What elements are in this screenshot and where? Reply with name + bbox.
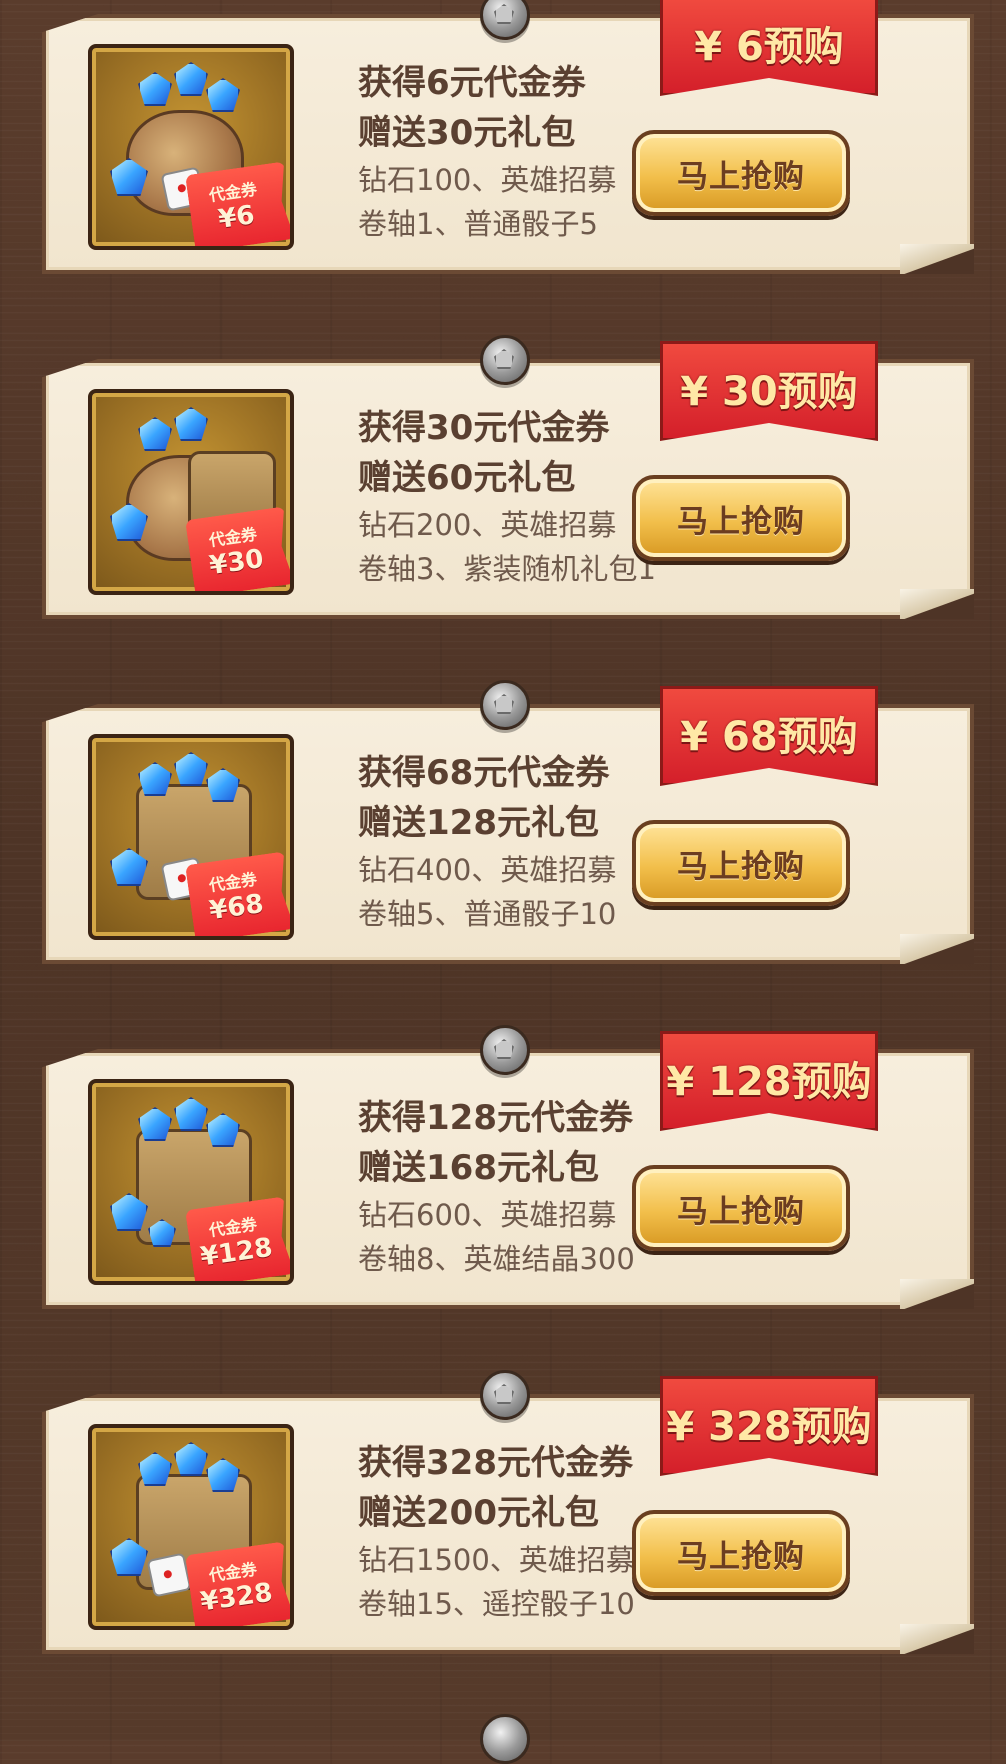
offer-title: 获得328元代金券 [358,1443,633,1483]
buy-now-label: 马上抢购 [677,1193,805,1230]
gem-crate-dice-icon: 代金券 ¥68 [88,734,294,940]
buy-now-button[interactable]: 马上抢购 [632,820,850,906]
gem-icon [174,1442,208,1476]
gem-icon [206,78,240,112]
offer-desc-line-2: 卷轴15、遥控骰子10 [358,1587,635,1621]
offer-title: 获得128元代金券 [358,1098,633,1138]
gem-crate-remote-dice-icon: 代金券 ¥328 [88,1424,294,1630]
voucher-badge: 代金券 ¥6 [185,161,294,250]
offer-card-1: 代金券 ¥6 获得6元代金券 赠送30元礼包 钻石100、英雄招募 卷轴1、普通… [42,0,974,274]
pin-icon [480,1714,530,1764]
price-text: ¥ 6预购 [694,24,844,70]
buy-now-label: 马上抢购 [677,503,805,540]
buy-now-button[interactable]: 马上抢购 [632,475,850,561]
gem-icon [174,62,208,96]
gem-icon [138,72,172,106]
offer-title: 获得30元代金券 [358,408,610,448]
offer-card-5: 代金券 ¥328 获得328元代金券 赠送200元礼包 钻石1500、英雄招募 … [42,1370,974,1654]
offer-text: 获得68元代金券 赠送128元礼包 钻石400、英雄招募 卷轴5、普通骰子10 [358,748,678,936]
buy-now-button[interactable]: 马上抢购 [632,1165,850,1251]
buy-now-label: 马上抢购 [677,848,805,885]
offer-desc-line-2: 卷轴8、英雄结晶300 [358,1242,635,1276]
gem-icon [174,1097,208,1131]
gem-icon [138,417,172,451]
pin-icon [480,680,530,730]
buy-now-label: 马上抢购 [677,1538,805,1575]
offer-subtitle: 赠送60元礼包 [358,458,576,498]
price-text: ¥ 328预购 [666,1404,872,1450]
offer-subtitle: 赠送200元礼包 [358,1493,599,1533]
buy-now-button[interactable]: 马上抢购 [632,130,850,216]
offer-card-4: 代金券 ¥128 获得128元代金券 赠送168元礼包 钻石600、英雄招募 卷… [42,1025,974,1309]
gem-bag-dice-icon: 代金券 ¥6 [88,44,294,250]
offer-text: 获得128元代金券 赠送168元礼包 钻石600、英雄招募 卷轴8、英雄结晶30… [358,1093,678,1281]
voucher-badge: 代金券 ¥128 [185,1196,294,1285]
buy-now-button[interactable]: 马上抢购 [632,1510,850,1596]
offer-subtitle: 赠送128元礼包 [358,803,599,843]
offer-text: 获得30元代金券 赠送60元礼包 钻石200、英雄招募 卷轴3、紫装随机礼包1 [358,403,678,591]
voucher-badge: 代金券 ¥30 [185,506,294,595]
price-text: ¥ 68预购 [680,714,858,760]
offer-desc-line-1: 钻石1500、英雄招募 [358,1543,635,1577]
offer-desc-line-1: 钻石200、英雄招募 [358,508,617,542]
offer-text: 获得6元代金券 赠送30元礼包 钻石100、英雄招募 卷轴1、普通骰子5 [358,58,678,246]
price-text: ¥ 128预购 [666,1059,872,1105]
offer-desc-line-2: 卷轴5、普通骰子10 [358,897,617,931]
offer-title: 获得6元代金券 [358,63,586,103]
gem-icon [174,407,208,441]
offer-subtitle: 赠送168元礼包 [358,1148,599,1188]
price-text: ¥ 30预购 [680,369,858,415]
offer-subtitle: 赠送30元礼包 [358,113,576,153]
offer-title: 获得68元代金券 [358,753,610,793]
gem-bag-chest-icon: 代金券 ¥30 [88,389,294,595]
offer-desc-line-2: 卷轴1、普通骰子5 [358,207,598,241]
offer-text: 获得328元代金券 赠送200元礼包 钻石1500、英雄招募 卷轴15、遥控骰子… [358,1438,678,1626]
offer-desc-line-1: 钻石600、英雄招募 [358,1198,617,1232]
offer-card-2: 代金券 ¥30 获得30元代金券 赠送60元礼包 钻石200、英雄招募 卷轴3、… [42,335,974,619]
voucher-badge: 代金券 ¥68 [185,851,294,940]
pin-icon [480,335,530,385]
pin-icon [480,1370,530,1420]
pin-icon [480,1025,530,1075]
offer-desc-line-1: 钻石400、英雄招募 [358,853,617,887]
gem-icon [174,752,208,786]
offer-desc-line-1: 钻石100、英雄招募 [358,163,617,197]
buy-now-label: 马上抢购 [677,158,805,195]
voucher-badge: 代金券 ¥328 [185,1541,294,1630]
offer-desc-line-2: 卷轴3、紫装随机礼包1 [358,552,656,586]
gem-crate-scroll-icon: 代金券 ¥128 [88,1079,294,1285]
remote-dice-icon [146,1552,192,1598]
offer-card-3: 代金券 ¥68 获得68元代金券 赠送128元礼包 钻石400、英雄招募 卷轴5… [42,680,974,964]
